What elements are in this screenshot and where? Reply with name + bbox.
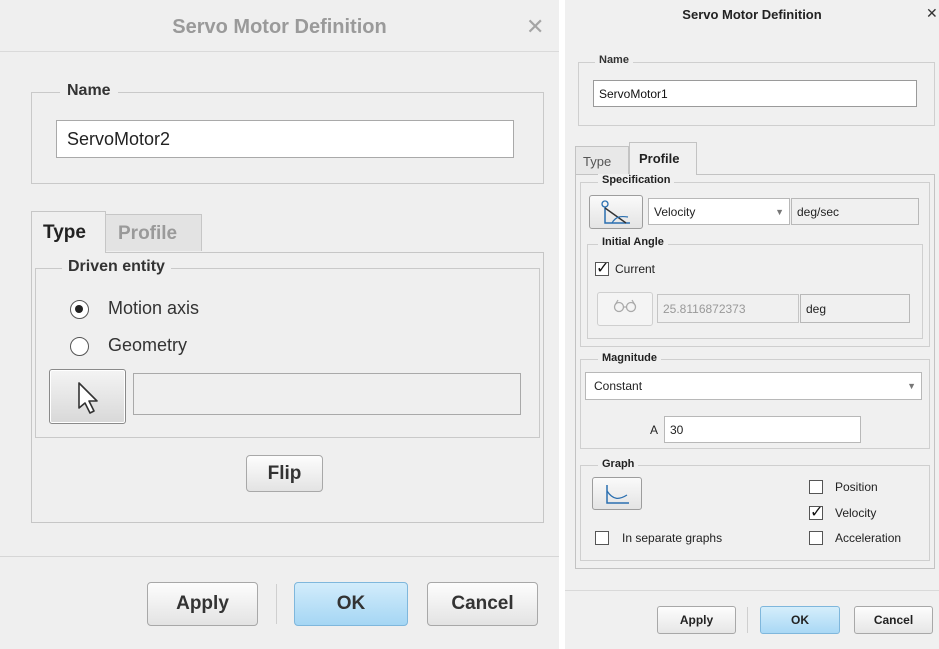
ok-button[interactable]: OK <box>760 606 840 634</box>
specification-dropdown[interactable]: Velocity ▼ <box>648 198 790 225</box>
name-input[interactable]: ServoMotor1 <box>593 80 917 107</box>
acceleration-checkbox[interactable] <box>809 531 823 545</box>
magnitude-dropdown[interactable]: Constant ▼ <box>585 372 922 400</box>
close-icon[interactable]: ✕ <box>526 14 544 40</box>
acceleration-label: Acceleration <box>835 531 902 545</box>
magnitude-value: Constant <box>594 379 643 393</box>
specification-value: Velocity <box>654 205 696 219</box>
glasses-icon <box>613 299 637 313</box>
initial-angle-value[interactable]: 25.8116872373 <box>657 294 799 323</box>
button-separator <box>747 607 748 633</box>
select-entity-button[interactable] <box>49 369 126 424</box>
tab-profile[interactable]: Profile <box>629 142 697 175</box>
servo-motor-dialog-large: Servo Motor Definition ✕ Name ServoMotor… <box>0 0 559 649</box>
footer-divider <box>565 590 939 591</box>
servo-motor-dialog-small: Servo Motor Definition ✕ Name ServoMotor… <box>565 0 939 649</box>
selected-entity-field[interactable] <box>133 373 521 415</box>
apply-button[interactable]: Apply <box>147 582 258 626</box>
current-label: Current <box>615 262 656 276</box>
name-legend: Name <box>595 54 633 66</box>
name-input[interactable]: ServoMotor2 <box>56 120 514 158</box>
tab-profile[interactable]: Profile <box>106 214 202 251</box>
graph-icon <box>606 485 629 504</box>
cancel-button[interactable]: Cancel <box>427 582 538 626</box>
position-label: Position <box>835 480 878 494</box>
initial-angle-legend: Initial Angle <box>598 236 668 248</box>
specification-legend: Specification <box>598 174 675 186</box>
geometry-label: Geometry <box>108 335 188 355</box>
specification-unit: deg/sec <box>791 198 919 225</box>
cancel-button[interactable]: Cancel <box>854 606 933 634</box>
velocity-label: Velocity <box>835 506 877 520</box>
separate-graphs-checkbox[interactable] <box>595 531 609 545</box>
measure-angle-button[interactable] <box>597 292 653 326</box>
name-legend: Name <box>60 82 118 100</box>
magnitude-legend: Magnitude <box>598 352 661 364</box>
specification-type-button[interactable] <box>589 195 643 229</box>
ok-button[interactable]: OK <box>294 582 408 626</box>
current-checkbox[interactable] <box>595 258 609 278</box>
chevron-down-icon: ▼ <box>775 207 784 217</box>
graph-button[interactable] <box>592 477 642 510</box>
tab-type[interactable]: Type <box>575 146 629 174</box>
graph-legend: Graph <box>598 458 639 470</box>
position-checkbox[interactable] <box>809 480 823 494</box>
initial-angle-unit: deg <box>800 294 910 323</box>
motion-axis-label: Motion axis <box>108 298 200 318</box>
driven-entity-legend: Driven entity <box>62 258 171 276</box>
chevron-down-icon: ▼ <box>907 381 916 391</box>
close-icon[interactable]: ✕ <box>926 5 938 22</box>
tab-type[interactable]: Type <box>31 211 106 253</box>
coefficient-a-input[interactable]: 30 <box>664 416 861 443</box>
footer-divider <box>0 556 559 557</box>
coefficient-a-label: A <box>650 423 659 437</box>
motion-profile-icon <box>601 200 630 224</box>
flip-button[interactable]: Flip <box>246 455 323 492</box>
velocity-checkbox[interactable] <box>809 502 823 522</box>
cursor-arrow-icon <box>78 382 98 414</box>
dialog-title: Servo Motor Definition <box>682 7 822 22</box>
apply-button[interactable]: Apply <box>657 606 736 634</box>
geometry-radio[interactable] <box>70 337 89 356</box>
separate-graphs-label: In separate graphs <box>622 531 723 545</box>
dialog-title: Servo Motor Definition <box>172 16 387 38</box>
button-separator <box>276 584 277 624</box>
motion-axis-radio[interactable] <box>70 300 89 319</box>
